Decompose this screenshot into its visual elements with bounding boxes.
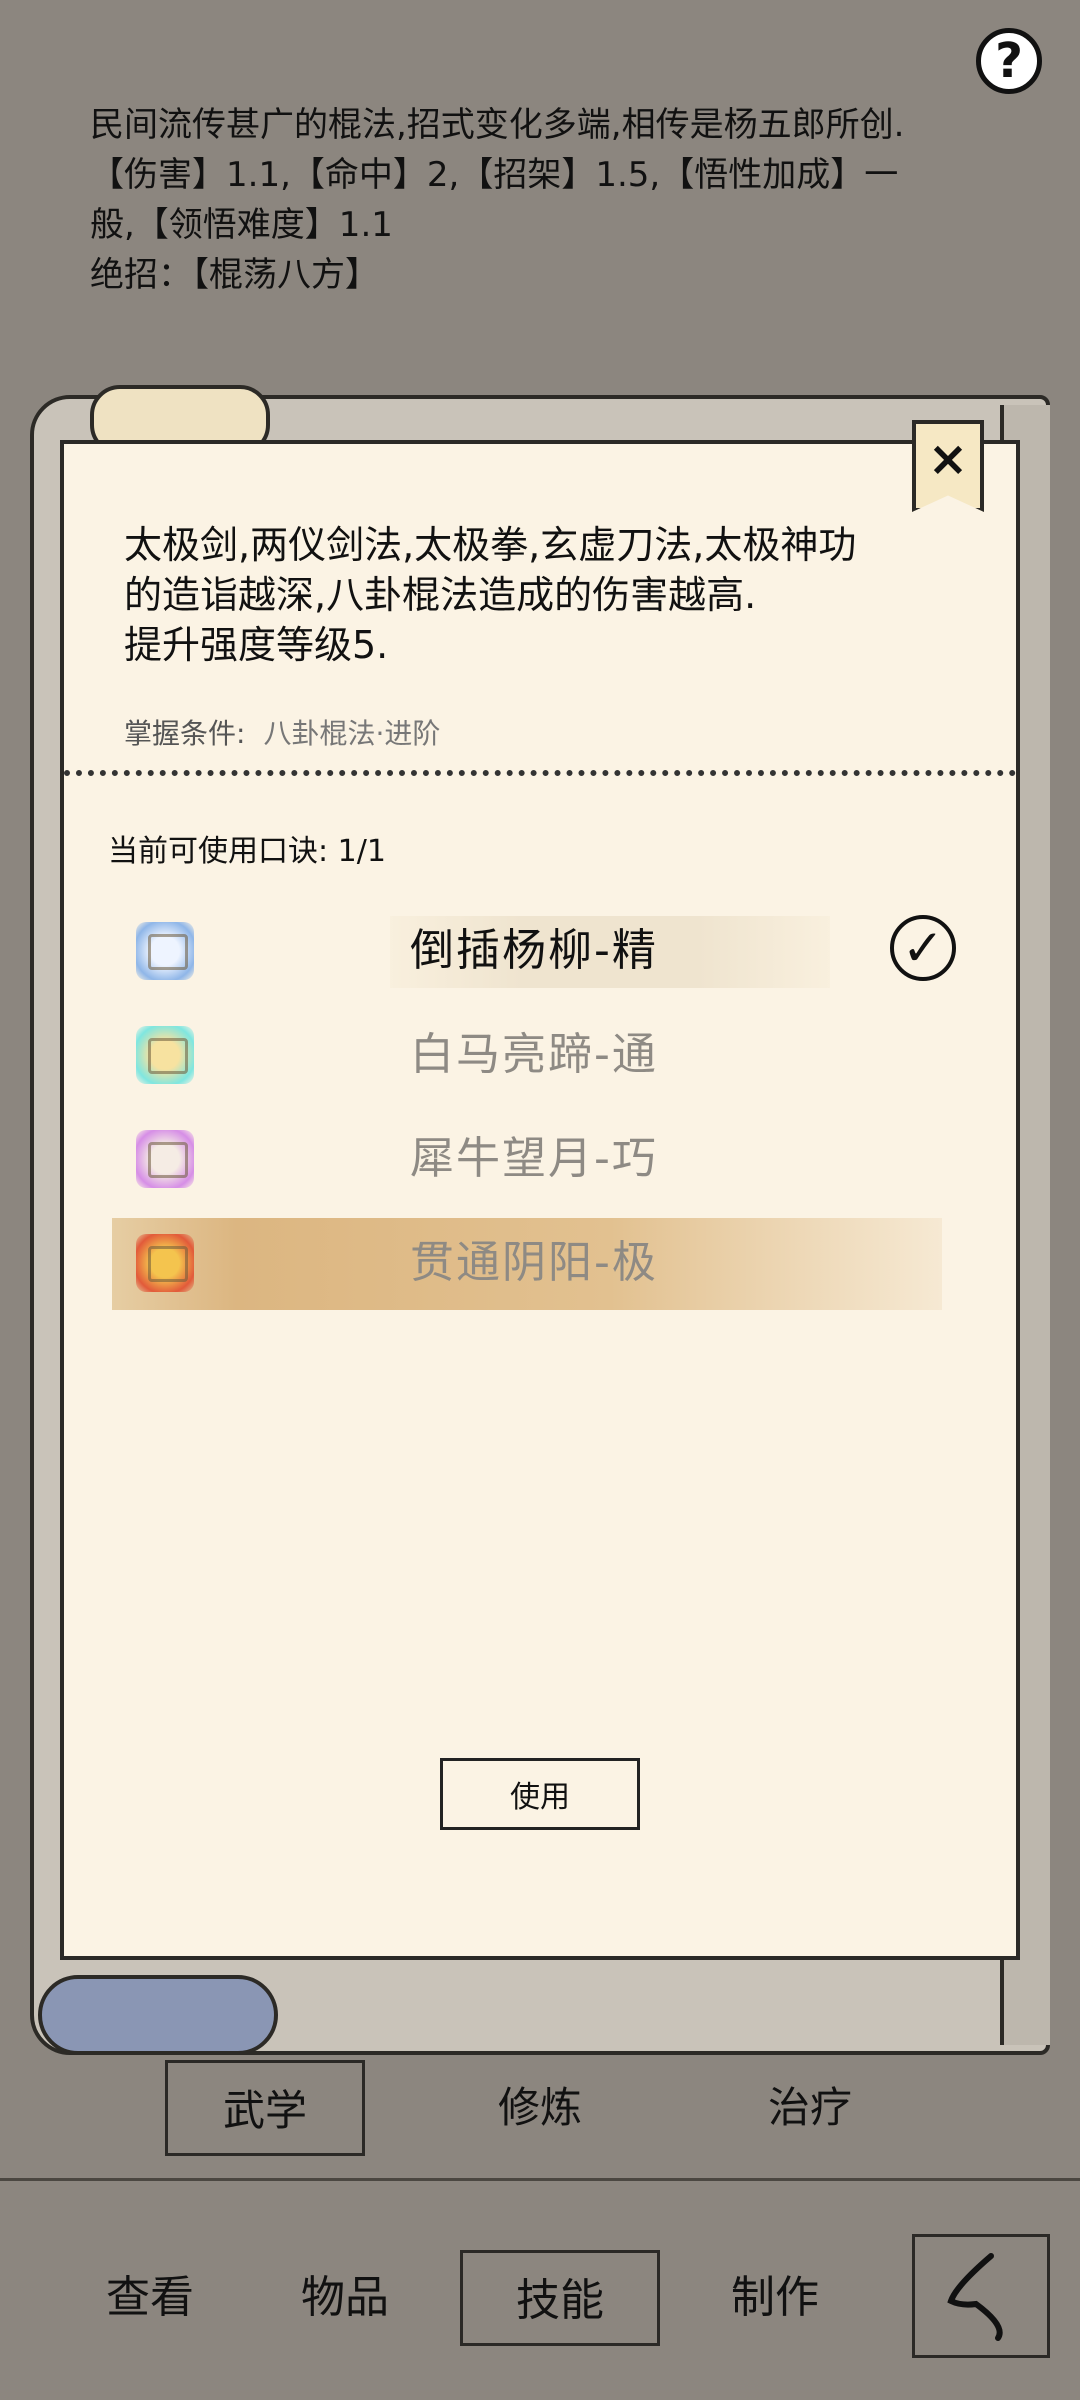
scroll-purple-icon bbox=[136, 1130, 194, 1188]
description-line: 民间流传甚广的棍法,招式变化多端,相传是杨五郎所创. bbox=[90, 105, 905, 145]
mastery-condition: 掌握条件: 八卦棍法·进阶 bbox=[124, 712, 440, 752]
description-line: 般,【领悟难度】1.1 bbox=[90, 205, 393, 245]
skill-effect-text: 太极剑,两仪剑法,太极拳,玄虚刀法,太极神功 的造诣越深,八卦棍法造成的伤害越高… bbox=[124, 520, 964, 670]
skill-description: 民间流传甚广的棍法,招式变化多端,相传是杨五郎所创. 【伤害】1.1,【命中】2… bbox=[90, 100, 1030, 300]
scroll-red-icon bbox=[136, 1234, 194, 1292]
use-button[interactable]: 使用 bbox=[440, 1758, 640, 1830]
subtab-healing[interactable]: 治疗 bbox=[710, 2060, 910, 2156]
description-line: 【伤害】1.1,【命中】2,【招架】1.5,【悟性加成】一 bbox=[90, 155, 899, 195]
dotted-divider bbox=[64, 770, 1016, 776]
scroll-cyan-icon bbox=[136, 1026, 194, 1084]
subtab-training[interactable]: 修炼 bbox=[440, 2060, 640, 2156]
subtab-martial-arts[interactable]: 武学 bbox=[165, 2060, 365, 2156]
help-icon: ? bbox=[995, 33, 1023, 89]
mantra-name: 倒插杨柳-精 bbox=[410, 925, 658, 976]
divider-line bbox=[0, 2178, 1080, 2181]
mantra-name: 白马亮蹄-通 bbox=[410, 1029, 658, 1080]
nav-items[interactable]: 物品 bbox=[245, 2250, 445, 2346]
effect-line: 太极剑,两仪剑法,太极拳,玄虚刀法,太极神功 bbox=[124, 523, 857, 567]
nav-skills[interactable]: 技能 bbox=[460, 2250, 660, 2346]
mantra-item[interactable]: 白马亮蹄-通 bbox=[120, 1010, 960, 1100]
scroll-blue-icon bbox=[136, 922, 194, 980]
help-button[interactable]: ? bbox=[976, 28, 1042, 94]
effect-line: 的造诣越深,八卦棍法造成的伤害越高. bbox=[124, 573, 757, 617]
description-line: 绝招：【棍荡八方】 bbox=[90, 255, 379, 295]
selected-check-icon: ✓ bbox=[890, 915, 956, 981]
available-mantra-count: 当前可使用口诀: 1/1 bbox=[108, 834, 386, 869]
mantra-item[interactable]: 犀牛望月-巧 bbox=[120, 1114, 960, 1204]
nav-crafting[interactable]: 制作 bbox=[675, 2250, 875, 2346]
mastery-label: 掌握条件: bbox=[124, 717, 246, 750]
mastery-value: 八卦棍法·进阶 bbox=[263, 717, 441, 750]
nav-view[interactable]: 查看 bbox=[50, 2250, 250, 2346]
back-button[interactable] bbox=[912, 2234, 1050, 2358]
mantra-item[interactable]: 贯通阴阳-极 bbox=[112, 1218, 960, 1310]
effect-line: 提升强度等级5. bbox=[124, 623, 389, 667]
mantra-name: 贯通阴阳-极 bbox=[410, 1237, 658, 1288]
back-icon bbox=[947, 2253, 1003, 2341]
mantra-item[interactable]: 倒插杨柳-精 bbox=[120, 906, 960, 996]
close-icon: × bbox=[927, 431, 969, 487]
mantra-name: 犀牛望月-巧 bbox=[410, 1133, 658, 1184]
scroll-roll-bottom bbox=[38, 1975, 278, 2055]
